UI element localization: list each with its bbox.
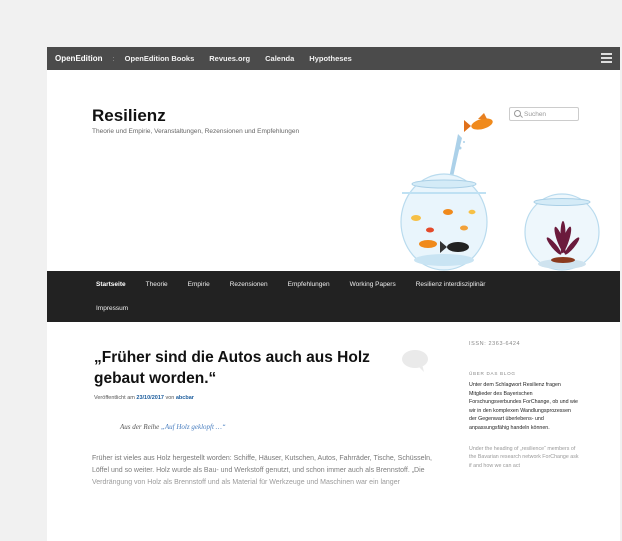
article-series: Aus der Reihe „Auf Holz geklopft …“ <box>120 423 226 431</box>
nav-item-resilienz-interdisziplinaer[interactable]: Resilienz interdisziplinär <box>416 281 486 288</box>
nav-item-impressum[interactable]: Impressum <box>96 305 128 312</box>
main-navigation: Startseite Theorie Empirie Rezensionen E… <box>47 271 620 322</box>
article-date-link[interactable]: 23/10/2017 <box>136 395 164 401</box>
nav-item-startseite[interactable]: Startseite <box>96 281 126 288</box>
page: OpenEdition : OpenEdition Books Revues.o… <box>47 47 620 541</box>
openedition-separator: : <box>112 54 115 63</box>
about-blog-text-de: Unter dem Schlagwort Resilienz fragen Mi… <box>469 382 578 431</box>
nav-item-theorie[interactable]: Theorie <box>146 281 168 288</box>
series-prefix: Aus der Reihe <box>120 423 160 431</box>
hamburger-menu-icon[interactable] <box>601 53 612 63</box>
series-link[interactable]: „Auf Holz geklopft …“ <box>161 423 226 431</box>
article-meta: Veröffentlicht am 23/10/2017 von abcbar <box>94 395 194 401</box>
nav-item-rezensionen[interactable]: Rezensionen <box>230 281 268 288</box>
nav-row-2: Impressum <box>47 305 128 312</box>
openedition-bar: OpenEdition : OpenEdition Books Revues.o… <box>47 47 620 70</box>
sidebar: ISSN: 2363-6424 ÜBER DAS BLOG Unter dem … <box>469 341 579 470</box>
nav-item-working-papers[interactable]: Working Papers <box>350 281 396 288</box>
fishbowl-left-icon <box>400 173 488 271</box>
oe-link-hypotheses[interactable]: Hypotheses <box>309 54 352 63</box>
site-description: Theorie und Empirie, Veranstaltungen, Re… <box>92 128 300 135</box>
bottom-fade-overlay <box>47 467 620 541</box>
article-title[interactable]: „Früher sind die Autos auch aus Holz geb… <box>94 347 394 389</box>
nav-row-1: Startseite Theorie Empirie Rezensionen E… <box>47 281 485 288</box>
header-banner-image <box>400 113 600 271</box>
comment-bubble-icon[interactable] <box>400 349 430 373</box>
oe-link-revues[interactable]: Revues.org <box>209 54 250 63</box>
meta-prefix: Veröffentlicht am <box>94 395 135 401</box>
openedition-logo-link[interactable]: OpenEdition <box>55 54 103 63</box>
fishbowl-right-icon <box>524 193 600 271</box>
about-blog-heading: ÜBER DAS BLOG <box>469 371 516 376</box>
jumping-fish-icon <box>464 113 493 132</box>
issn-label: ISSN: 2363-6424 <box>469 341 521 347</box>
nav-item-empirie[interactable]: Empirie <box>188 281 210 288</box>
oe-link-calenda[interactable]: Calenda <box>265 54 294 63</box>
article-author-link[interactable]: abcbar <box>176 395 194 401</box>
nav-item-empfehlungen[interactable]: Empfehlungen <box>288 281 330 288</box>
meta-by: von <box>165 395 175 401</box>
site-title[interactable]: Resilienz <box>92 106 166 126</box>
oe-link-books[interactable]: OpenEdition Books <box>125 54 195 63</box>
